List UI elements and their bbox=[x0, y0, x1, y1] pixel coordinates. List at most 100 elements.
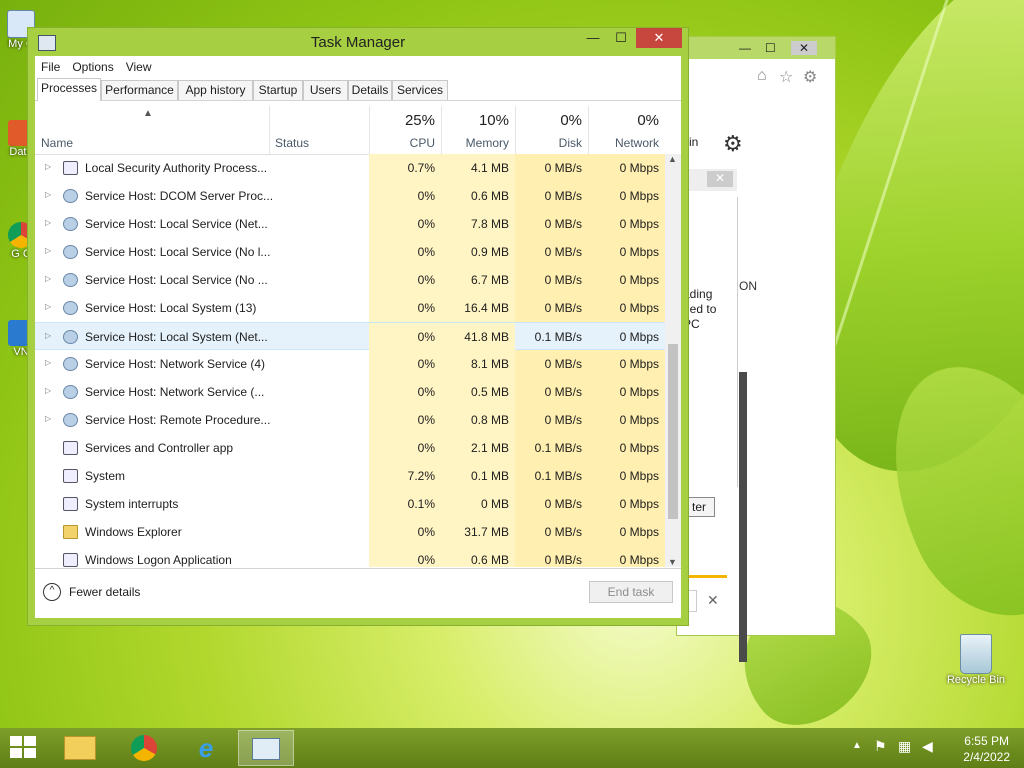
process-row[interactable]: System 7.2% 0.1 MB 0.1 MB/s 0 Mbps bbox=[35, 462, 665, 490]
process-cpu-value: 0% bbox=[369, 210, 441, 238]
process-name: Service Host: Network Service (... bbox=[85, 385, 265, 399]
tab-processes[interactable]: Processes bbox=[37, 78, 101, 101]
expand-arrow-icon[interactable]: ▷ bbox=[45, 414, 51, 423]
browser-minimize-button[interactable]: — bbox=[739, 41, 751, 55]
column-header-disk[interactable]: 0% Disk bbox=[515, 106, 588, 154]
tab-performance[interactable]: Performance bbox=[101, 80, 178, 100]
column-header-memory[interactable]: 10% Memory bbox=[441, 106, 515, 154]
process-row[interactable]: System interrupts 0.1% 0 MB 0 MB/s 0 Mbps bbox=[35, 490, 665, 518]
process-name: System bbox=[85, 469, 126, 483]
column-header-network[interactable]: 0% Network bbox=[588, 106, 665, 154]
column-header-status[interactable]: Status bbox=[269, 106, 369, 154]
process-row[interactable]: Windows Logon Application 0% 0.6 MB 0 MB/s 0… bbox=[35, 546, 665, 567]
task-manager-window[interactable]: Task Manager — ☐ ✕ File Options View Pro… bbox=[27, 27, 689, 626]
process-cpu-value: 0% bbox=[369, 546, 441, 567]
process-net-value: 0 Mbps bbox=[588, 350, 665, 378]
expand-arrow-icon[interactable]: ▷ bbox=[45, 218, 51, 227]
browser-maximize-button[interactable]: ☐ bbox=[765, 41, 776, 55]
task-manager-titlebar[interactable]: Task Manager — ☐ ✕ bbox=[28, 28, 688, 56]
tab-app-history[interactable]: App history bbox=[178, 80, 253, 100]
process-row[interactable]: ▷ Service Host: Remote Procedure... 0% 0.8 … bbox=[35, 406, 665, 434]
process-row[interactable]: ▷ Service Host: Local System (13) 0% 16.4 M… bbox=[35, 294, 665, 322]
process-row[interactable]: ▷ Service Host: Local Service (Net... 0% 7.… bbox=[35, 210, 665, 238]
expand-arrow-icon[interactable]: ▷ bbox=[45, 274, 51, 283]
browser-close-button[interactable]: ✕ bbox=[791, 41, 818, 55]
show-hidden-icons-icon[interactable]: ▲ bbox=[852, 740, 862, 751]
tab-details[interactable]: Details bbox=[348, 80, 392, 100]
background-browser-window[interactable]: — ☐ ✕ ⌂ ☆ ⚙ in ⚙ ✕ ading ded to PC ter O… bbox=[676, 36, 836, 662]
volume-muted-icon[interactable]: ◀ bbox=[922, 738, 933, 755]
process-cpu-value: 0% bbox=[369, 378, 441, 406]
process-name: Service Host: Local System (Net... bbox=[85, 330, 268, 344]
maximize-button[interactable]: ☐ bbox=[608, 28, 634, 48]
chrome-icon bbox=[131, 735, 157, 761]
process-name: Windows Logon Application bbox=[85, 553, 232, 567]
tab-startup[interactable]: Startup bbox=[253, 80, 303, 100]
process-row[interactable]: Windows Explorer 0% 31.7 MB 0 MB/s 0 Mbps bbox=[35, 518, 665, 546]
tab-users[interactable]: Users bbox=[303, 80, 348, 100]
process-row[interactable]: ▷ Service Host: DCOM Server Proc... 0% 0.6 … bbox=[35, 182, 665, 210]
menu-options[interactable]: Options bbox=[72, 60, 113, 74]
taskbar-internet-explorer[interactable]: e bbox=[178, 730, 234, 766]
vertical-scrollbar[interactable]: ▲ ▼ bbox=[665, 154, 681, 567]
process-cpu-value: 0% bbox=[369, 434, 441, 462]
fewer-details-link[interactable]: Fewer details bbox=[69, 585, 140, 599]
desktop-icon-recycle-bin[interactable]: Recycle Bin bbox=[944, 634, 1008, 686]
action-center-flag-icon[interactable]: ⚑ bbox=[874, 738, 887, 755]
gear-icon bbox=[63, 217, 78, 231]
taskbar-file-explorer[interactable] bbox=[52, 730, 108, 766]
process-row[interactable]: ▷ Service Host: Network Service (4) 0% 8.1 … bbox=[35, 350, 665, 378]
dialog-close-button[interactable]: ✕ bbox=[707, 171, 733, 187]
expand-arrow-icon[interactable]: ▷ bbox=[45, 386, 51, 395]
task-manager-content: File Options View Processes Performance … bbox=[35, 56, 681, 618]
notification-close-icon[interactable]: ✕ bbox=[707, 592, 719, 609]
expand-arrow-icon[interactable]: ▷ bbox=[45, 302, 51, 311]
process-disk-value: 0 MB/s bbox=[515, 154, 588, 182]
scrollbar-thumb[interactable] bbox=[668, 344, 678, 519]
favorites-icon[interactable]: ☆ bbox=[779, 67, 793, 87]
process-row[interactable]: Services and Controller app 0% 2.1 MB 0.1 M… bbox=[35, 434, 665, 462]
settings-icon[interactable]: ⚙ bbox=[803, 67, 817, 87]
process-row[interactable]: ▷ Service Host: Network Service (... 0% 0.5… bbox=[35, 378, 665, 406]
process-row[interactable]: ▷ Service Host: Local System (Net... 0% 41.… bbox=[35, 322, 665, 351]
column-header-row: ▲ Name Status 25% CPU 10% Memory 0% Disk bbox=[35, 106, 681, 155]
column-header-name[interactable]: ▲ Name bbox=[35, 106, 269, 154]
scroll-up-arrow-icon[interactable]: ▲ bbox=[668, 154, 677, 164]
process-disk-value: 0 MB/s bbox=[515, 210, 588, 238]
process-net-value: 0 Mbps bbox=[588, 154, 665, 182]
menu-view[interactable]: View bbox=[126, 60, 152, 74]
expand-arrow-icon[interactable]: ▷ bbox=[45, 331, 51, 340]
tab-strip: Processes Performance App history Startu… bbox=[35, 78, 681, 101]
sort-arrow-icon: ▲ bbox=[143, 108, 153, 119]
process-row[interactable]: ▷ Service Host: Local Service (No l... 0% 0… bbox=[35, 238, 665, 266]
process-name: Service Host: Local Service (Net... bbox=[85, 217, 268, 231]
process-mem-value: 0.1 MB bbox=[441, 462, 515, 490]
taskbar-chrome[interactable] bbox=[116, 730, 172, 766]
expand-arrow-icon[interactable]: ▷ bbox=[45, 190, 51, 199]
process-mem-value: 4.1 MB bbox=[441, 154, 515, 182]
process-row[interactable]: ▷ Service Host: Local Service (No ... 0% 6.… bbox=[35, 266, 665, 294]
start-button[interactable] bbox=[10, 736, 38, 760]
page-dark-region bbox=[739, 372, 747, 662]
gear-icon bbox=[63, 330, 78, 344]
close-button[interactable]: ✕ bbox=[636, 28, 682, 48]
task-manager-icon bbox=[252, 738, 280, 760]
end-task-button[interactable]: End task bbox=[589, 581, 673, 603]
taskbar-task-manager[interactable] bbox=[238, 730, 294, 766]
expand-arrow-icon[interactable]: ▷ bbox=[45, 246, 51, 255]
network-icon[interactable]: ▦ bbox=[898, 738, 911, 755]
process-row[interactable]: ▷ Local Security Authority Process... 0.7%… bbox=[35, 154, 665, 182]
column-header-cpu[interactable]: 25% CPU bbox=[369, 106, 441, 154]
scroll-down-arrow-icon[interactable]: ▼ bbox=[668, 557, 677, 567]
expand-arrow-icon[interactable]: ▷ bbox=[45, 162, 51, 171]
expand-arrow-icon[interactable]: ▷ bbox=[45, 358, 51, 367]
clock[interactable]: 6:55 PM 2/4/2022 bbox=[963, 733, 1010, 765]
minimize-button[interactable]: — bbox=[580, 28, 606, 48]
menu-file[interactable]: File bbox=[41, 60, 60, 74]
gear-icon[interactable]: ⚙ bbox=[723, 131, 743, 157]
tab-services[interactable]: Services bbox=[392, 80, 448, 100]
process-name: Windows Explorer bbox=[85, 525, 182, 539]
chevron-up-icon[interactable]: ^ bbox=[43, 583, 61, 601]
home-icon[interactable]: ⌂ bbox=[757, 67, 767, 85]
process-disk-value: 0.1 MB/s bbox=[534, 330, 582, 344]
